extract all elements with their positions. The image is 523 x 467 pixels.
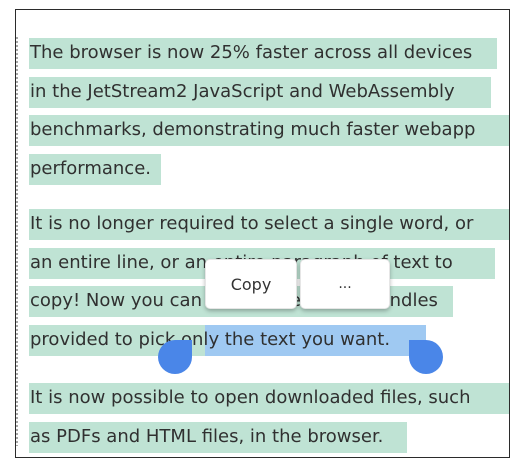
more-options-button[interactable]: ... (300, 259, 390, 309)
line-text: in the JetStream2 JavaScript and WebAsse… (30, 80, 455, 102)
dotted-margin (16, 36, 18, 446)
line-text: benchmarks, demonstrating much faster we… (30, 119, 476, 140)
text-line: The browser is now 25% faster across all… (29, 34, 509, 73)
line-text: as PDFs and HTML files, in the browser. (30, 425, 384, 447)
line-text-after: . (384, 328, 391, 350)
line-text: performance. (30, 157, 151, 179)
selection-context-menu: Copy ... (205, 259, 390, 311)
selection-handle-start[interactable] (158, 340, 192, 374)
text-line: performance. (29, 150, 509, 189)
line-text: The browser is now 25% faster across all… (30, 42, 473, 63)
paragraph-performance[interactable]: The browser is now 25% faster across all… (29, 34, 509, 188)
text-line: as PDFs and HTML files, in the browser. (29, 418, 509, 457)
copy-button[interactable]: Copy (205, 259, 297, 309)
text-line: It is no longer required to select a sin… (29, 205, 509, 244)
selected-text[interactable]: only the text you want (181, 329, 384, 350)
text-line: in the JetStream2 JavaScript and WebAsse… (29, 73, 509, 112)
document-viewport: The browser is now 25% faster across all… (15, 9, 510, 458)
text-line: It is now possible to open downloaded fi… (29, 379, 509, 418)
selection-handle-end[interactable] (409, 340, 443, 374)
line-text: It is no longer required to select a sin… (30, 213, 474, 234)
line-text-before: provided to pick (30, 328, 182, 350)
paragraph-downloads[interactable]: It is now possible to open downloaded fi… (29, 379, 509, 456)
text-line: benchmarks, demonstrating much faster we… (29, 111, 509, 150)
line-text: It is now possible to open downloaded fi… (30, 387, 471, 408)
